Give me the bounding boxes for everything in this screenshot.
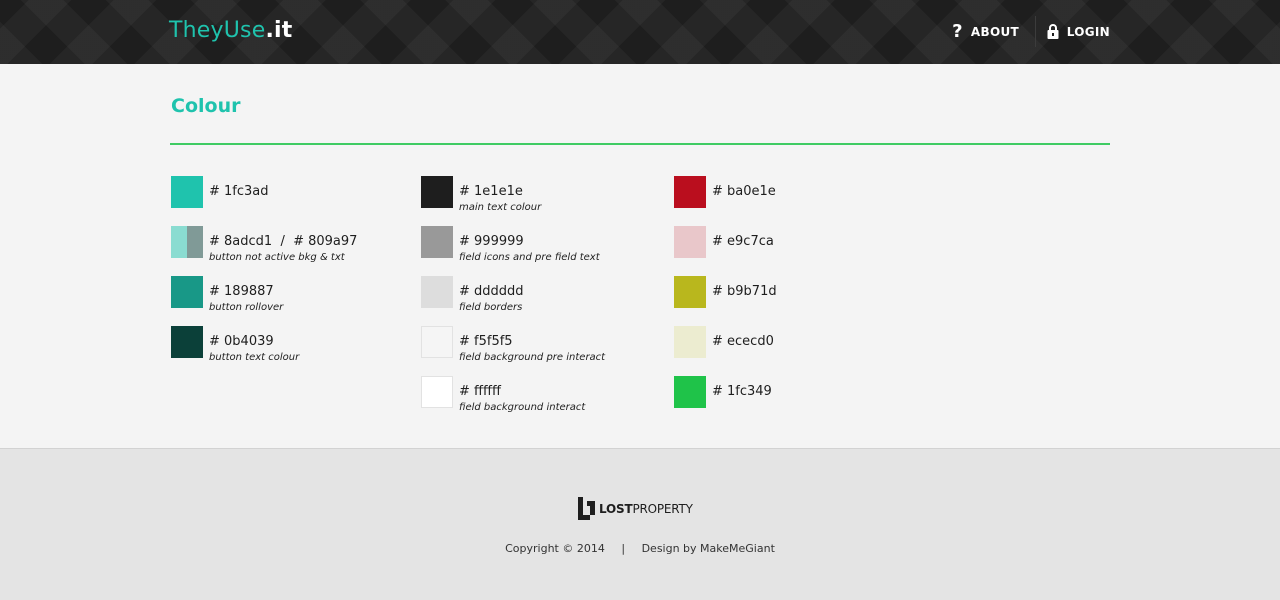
swatch-row: # 1fc349 bbox=[674, 376, 924, 426]
swatch-note: field borders bbox=[459, 302, 523, 313]
lost-property-mark-icon bbox=[578, 497, 595, 520]
color-swatch-pair bbox=[171, 226, 203, 258]
swatch-note: button not active bkg & txt bbox=[209, 252, 345, 263]
about-link[interactable]: ? ABOUT bbox=[952, 0, 1019, 64]
swatch-row: # 189887 button rollover bbox=[171, 276, 421, 326]
swatch-hex: # f5f5f5 bbox=[459, 334, 513, 349]
design-credit-link[interactable]: Design by MakeMeGiant bbox=[642, 542, 775, 555]
lost-property-logo[interactable]: LOSTPROPERTY bbox=[578, 497, 693, 520]
color-swatch bbox=[187, 226, 203, 258]
swatch-row: # e9c7ca bbox=[674, 226, 924, 276]
swatch-row: # 0b4039 button text colour bbox=[171, 326, 421, 376]
color-swatch bbox=[421, 276, 453, 308]
swatch-hex: # e9c7ca bbox=[712, 234, 774, 249]
color-swatch bbox=[674, 176, 706, 208]
swatch-row: # dddddd field borders bbox=[421, 276, 671, 326]
swatch-hex: # 1fc3ad bbox=[209, 184, 269, 199]
swatch-column-brand: # 1fc3ad # 8adcd1 / # 809a97 button not … bbox=[171, 176, 421, 376]
swatch-note: field icons and pre field text bbox=[459, 252, 600, 263]
color-swatch bbox=[421, 376, 453, 408]
swatch-row: # 8adcd1 / # 809a97 button not active bk… bbox=[171, 226, 421, 276]
swatch-row: # b9b71d bbox=[674, 276, 924, 326]
footer-separator: | bbox=[621, 542, 626, 555]
swatch-note: main text colour bbox=[459, 202, 542, 213]
lost-property-wordmark: LOSTPROPERTY bbox=[599, 501, 693, 516]
swatch-hex: # b9b71d bbox=[712, 284, 777, 299]
site-logo[interactable]: TheyUse.it bbox=[169, 17, 292, 45]
logo-brand-text: TheyUse bbox=[169, 18, 266, 43]
swatch-row: # ececd0 bbox=[674, 326, 924, 376]
lock-icon bbox=[1047, 23, 1059, 41]
color-swatch bbox=[674, 376, 706, 408]
swatch-hex: # 1e1e1e bbox=[459, 184, 523, 199]
question-icon: ? bbox=[952, 21, 963, 42]
swatch-row: # ba0e1e bbox=[674, 176, 924, 226]
swatch-hex: # 999999 bbox=[459, 234, 524, 249]
color-swatch bbox=[674, 276, 706, 308]
logo-tld-text: .it bbox=[265, 18, 293, 43]
login-label: LOGIN bbox=[1066, 25, 1110, 39]
swatch-hex: # 189887 bbox=[209, 284, 274, 299]
nav-divider bbox=[1035, 16, 1036, 47]
swatch-hex: # ececd0 bbox=[712, 334, 774, 349]
swatch-column-accents: # ba0e1e # e9c7ca # b9b71d # ececd0 # 1f… bbox=[674, 176, 924, 426]
swatch-note: field background pre interact bbox=[459, 352, 606, 363]
swatch-hex: # 1fc349 bbox=[712, 384, 772, 399]
swatch-hex: # 8adcd1 / # 809a97 bbox=[209, 234, 358, 249]
color-swatch bbox=[674, 326, 706, 358]
color-swatch bbox=[421, 226, 453, 258]
swatch-row: # 999999 field icons and pre field text bbox=[421, 226, 671, 276]
swatch-hex: # ba0e1e bbox=[712, 184, 776, 199]
swatch-row: # ffffff field background interact bbox=[421, 376, 671, 426]
swatch-note: button text colour bbox=[209, 352, 300, 363]
copyright-text: Copyright © 2014 bbox=[505, 542, 605, 555]
color-swatch bbox=[171, 226, 187, 258]
color-swatch bbox=[171, 276, 203, 308]
swatch-hex: # ffffff bbox=[459, 384, 501, 399]
login-link[interactable]: LOGIN bbox=[1047, 0, 1110, 64]
main-content: Colour # 1fc3ad # 8adcd1 / # 809a97 butt… bbox=[0, 64, 1280, 448]
title-divider bbox=[170, 143, 1110, 145]
top-header: TheyUse.it ? ABOUT LOGIN bbox=[0, 0, 1280, 64]
swatch-row: # 1fc3ad bbox=[171, 176, 421, 226]
color-swatch bbox=[171, 176, 203, 208]
swatch-note: field background interact bbox=[459, 402, 586, 413]
color-swatch bbox=[421, 176, 453, 208]
swatch-row: # 1e1e1e main text colour bbox=[421, 176, 671, 226]
footer-credits: Copyright © 2014 | Design by MakeMeGiant bbox=[0, 542, 1280, 555]
swatch-hex: # 0b4039 bbox=[209, 334, 274, 349]
color-swatch bbox=[674, 226, 706, 258]
swatch-row: # f5f5f5 field background pre interact bbox=[421, 326, 671, 376]
about-label: ABOUT bbox=[970, 25, 1019, 39]
swatch-column-neutrals: # 1e1e1e main text colour # 999999 field… bbox=[421, 176, 671, 426]
color-swatch bbox=[421, 326, 453, 358]
swatch-hex: # dddddd bbox=[459, 284, 524, 299]
page-title: Colour bbox=[171, 95, 241, 117]
swatch-note: button rollover bbox=[209, 302, 284, 313]
footer: LOSTPROPERTY Copyright © 2014 | Design b… bbox=[0, 448, 1280, 600]
color-swatch bbox=[171, 326, 203, 358]
